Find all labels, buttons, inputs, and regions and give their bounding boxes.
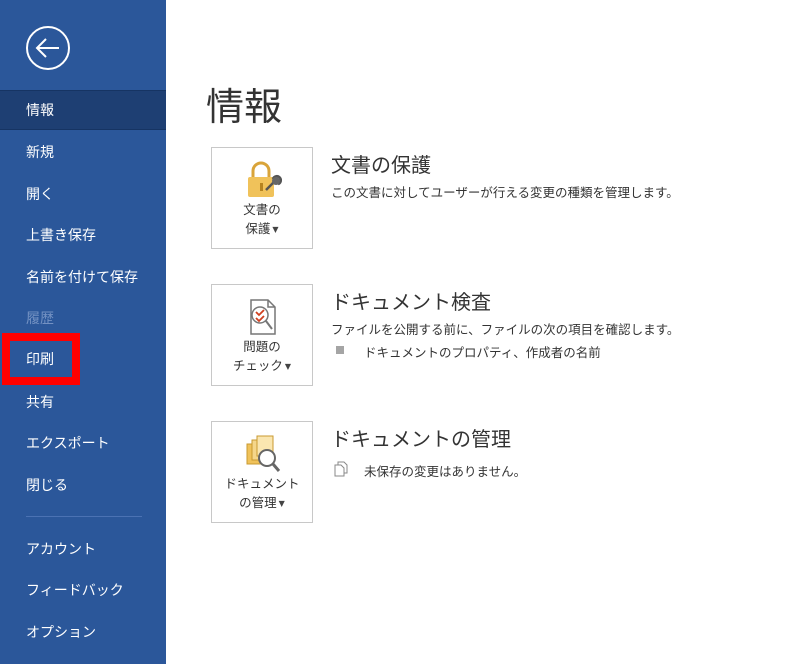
bullet-square-icon: [336, 346, 344, 354]
lock-icon: [244, 160, 283, 200]
check-button-label-1: 問題の: [243, 339, 281, 354]
chevron-down-icon: ▼: [284, 362, 292, 371]
inspect-section-description: ファイルを公開する前に、ファイルの次の項目を確認します。: [331, 322, 680, 337]
chevron-down-icon: ▼: [278, 499, 285, 508]
manage-document-button[interactable]: ドキュメント の管理 ▼: [211, 421, 313, 523]
sidebar-item-feedback[interactable]: フィードバック: [0, 571, 166, 611]
sidebar-item-close[interactable]: 閉じる: [0, 466, 166, 506]
chevron-down-icon: ▼: [272, 225, 279, 234]
manage-button-label-2: の管理 ▼: [239, 495, 285, 510]
check-for-issues-button[interactable]: 問題の チェック ▼: [211, 284, 313, 386]
page-title: 情報: [206, 85, 283, 129]
document-icon: [334, 461, 348, 477]
manage-section-title: ドキュメントの管理: [331, 427, 511, 451]
inspect-bullet-item: ドキュメントのプロパティ、作成者の名前: [364, 345, 601, 360]
sidebar-item-account[interactable]: アカウント: [0, 530, 166, 570]
inspect-section-title: ドキュメント検査: [331, 290, 491, 314]
manage-button-label-1: ドキュメント: [224, 476, 300, 491]
check-button-label-2: チェック ▼: [232, 358, 292, 373]
sidebar-item-info[interactable]: 情報: [0, 90, 166, 130]
sidebar-item-new[interactable]: 新規: [0, 133, 166, 173]
protect-section-title: 文書の保護: [331, 153, 431, 177]
manage-document-icon: [244, 434, 282, 474]
sidebar-item-open[interactable]: 開く: [0, 175, 166, 215]
sidebar-item-save[interactable]: 上書き保存: [0, 216, 166, 256]
backstage-sidebar: 情報 新規 開く 上書き保存 名前を付けて保存 履歴 印刷 共有 エクスポート …: [0, 0, 166, 664]
info-panel: 情報 文書の 保護 ▼ 文書の保護 この文書に対してユーザーが行える変更の種類を管…: [166, 0, 800, 664]
sidebar-item-save-as[interactable]: 名前を付けて保存: [0, 258, 166, 298]
protect-button-label-1: 文書の: [243, 202, 281, 217]
sidebar-item-export[interactable]: エクスポート: [0, 424, 166, 464]
sidebar-item-share[interactable]: 共有: [0, 383, 166, 423]
protect-button-label-2: 保護 ▼: [245, 221, 279, 236]
inspect-document-icon: [244, 297, 282, 337]
sidebar-item-options[interactable]: オプション: [0, 613, 166, 653]
sidebar-divider: [26, 516, 142, 517]
print-highlight-frame: [2, 333, 80, 385]
manage-section-status: 未保存の変更はありません。: [364, 464, 527, 479]
protect-document-button[interactable]: 文書の 保護 ▼: [211, 147, 313, 249]
protect-section-description: この文書に対してユーザーが行える変更の種類を管理します。: [331, 185, 679, 200]
back-arrow-icon[interactable]: [24, 24, 72, 72]
